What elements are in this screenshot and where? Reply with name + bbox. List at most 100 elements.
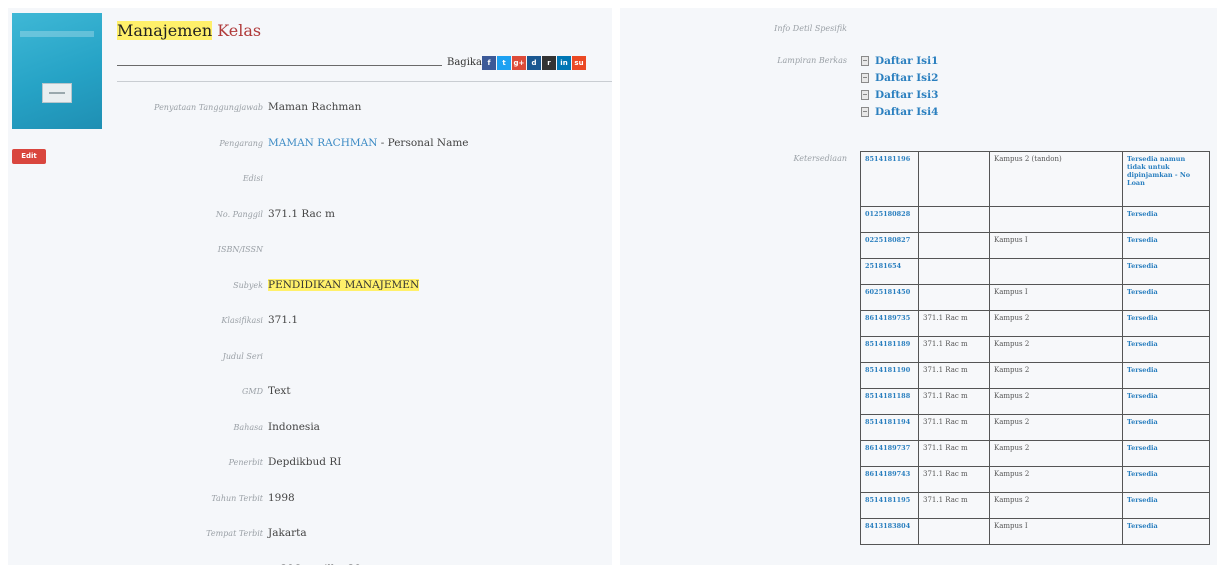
item-code-link[interactable]: 8614189743 — [860, 466, 919, 493]
field-value: Jakarta — [268, 527, 307, 539]
availability-status[interactable]: Tersedia — [1122, 336, 1210, 363]
availability-status[interactable]: Tersedia — [1122, 362, 1210, 389]
availability-status[interactable]: Tersedia — [1122, 518, 1210, 545]
field-label: GMD — [242, 387, 263, 396]
item-code-link[interactable]: 8614189735 — [860, 310, 919, 337]
location: Kampus 2 (tandon) — [989, 151, 1123, 207]
field-value: Text — [268, 385, 291, 397]
attachment-link[interactable]: Daftar Isi3 — [875, 89, 938, 101]
attachment-item[interactable]: Daftar Isi4 — [861, 103, 938, 120]
attachments-label: Lampiran Berkas — [777, 56, 847, 65]
item-code-link[interactable]: 8514181190 — [860, 362, 919, 389]
subject-highlight[interactable]: PENDIDIKAN MANAJEMEN — [268, 278, 420, 291]
table-row: 8514181189 371.1 Rac m Kampus 2 Tersedia — [860, 336, 1210, 363]
attachment-list: Daftar Isi1 Daftar Isi2 Daftar Isi3 Daftar … — [861, 52, 938, 120]
item-code-link[interactable]: 8413183804 — [860, 518, 919, 545]
share-bar: Bagikan: f t g+ d r in su — [117, 55, 612, 75]
location: Kampus 2 — [989, 388, 1123, 415]
author-name[interactable]: MAMAN RACHMAN — [268, 137, 377, 149]
item-code-link[interactable]: 8514181196 — [860, 151, 919, 207]
subject-link[interactable]: PENDIDIKAN MANAJEMEN — [268, 278, 420, 291]
availability-status[interactable]: Tersedia namun tidak untuk dipinjamkan -… — [1122, 151, 1210, 207]
author-link[interactable]: MAMAN RACHMAN - Personal Name — [268, 137, 469, 149]
table-row: 8514181195 371.1 Rac m Kampus 2 Tersedia — [860, 492, 1210, 519]
header-divider — [117, 81, 612, 82]
document-icon — [861, 106, 869, 117]
title-highlight: Manajemen — [117, 21, 213, 40]
specific-info-label: Info Detil Spesifik — [774, 24, 847, 33]
availability-status[interactable]: Tersedia — [1122, 492, 1210, 519]
field-label: Penyataan Tanggungjawab — [154, 103, 263, 112]
location: Kampus 2 — [989, 440, 1123, 467]
location: Kampus 2 — [989, 414, 1123, 441]
attachment-item[interactable]: Daftar Isi2 — [861, 69, 938, 86]
location: Kampus I — [989, 232, 1123, 259]
field-row: GMD Text — [108, 384, 608, 404]
linkedin-icon[interactable]: in — [557, 56, 571, 70]
availability-status[interactable]: Tersedia — [1122, 466, 1210, 493]
facebook-icon[interactable]: f — [482, 56, 496, 70]
call-number — [918, 232, 990, 259]
availability-status[interactable]: Tersedia — [1122, 284, 1210, 311]
location: Kampus 2 — [989, 336, 1123, 363]
item-code-link[interactable]: 8514181194 — [860, 414, 919, 441]
availability-label: Ketersediaan — [793, 154, 847, 163]
field-label: Tempat Terbit — [206, 529, 263, 538]
table-row: 8514181190 371.1 Rac m Kampus 2 Tersedia — [860, 362, 1210, 389]
location: Kampus 2 — [989, 466, 1123, 493]
item-code-link[interactable]: 8514181195 — [860, 492, 919, 519]
record-availability-panel: Info Detil Spesifik Lampiran Berkas Daft… — [620, 8, 1217, 565]
field-row: Deskripsi Fisik x, 296 p. : ill. ; 29 cm. — [108, 562, 608, 566]
stumbleupon-icon[interactable]: su — [572, 56, 586, 70]
call-number: 371.1 Rac m — [918, 440, 990, 467]
availability-status[interactable]: Tersedia — [1122, 414, 1210, 441]
field-label: Edisi — [242, 174, 263, 183]
field-row: Judul Seri — [108, 349, 608, 369]
field-row: Edisi — [108, 171, 608, 191]
field-row: ISBN/ISSN — [108, 242, 608, 262]
attachment-link[interactable]: Daftar Isi2 — [875, 72, 938, 84]
location: Kampus I — [989, 284, 1123, 311]
table-row: 25181654 Tersedia — [860, 258, 1210, 285]
attachment-item[interactable]: Daftar Isi1 — [861, 52, 938, 69]
cover-label — [42, 83, 72, 103]
attachment-item[interactable]: Daftar Isi3 — [861, 86, 938, 103]
digg-icon[interactable]: d — [527, 56, 541, 70]
item-code-link[interactable]: 8514181189 — [860, 336, 919, 363]
field-label: Bahasa — [233, 422, 263, 432]
item-code-link[interactable]: 6025181450 — [860, 284, 919, 311]
availability-status[interactable]: Tersedia — [1122, 206, 1210, 233]
document-icon — [861, 72, 869, 83]
cover-strip — [20, 31, 94, 37]
attachment-link[interactable]: Daftar Isi4 — [875, 106, 938, 118]
title-divider — [117, 65, 442, 66]
field-label: No. Panggil — [215, 209, 263, 219]
google-plus-icon[interactable]: g+ — [512, 56, 526, 70]
field-row: Penerbit Depdikbud RI — [108, 455, 608, 475]
availability-status[interactable]: Tersedia — [1122, 388, 1210, 415]
page-title: Manajemen Kelas — [117, 21, 261, 40]
attachment-link[interactable]: Daftar Isi1 — [875, 55, 938, 67]
call-number: 371.1 Rac m — [918, 492, 990, 519]
availability-status[interactable]: Tersedia — [1122, 258, 1210, 285]
availability-status[interactable]: Tersedia — [1122, 440, 1210, 467]
availability-table: 8514181196 Kampus 2 (tandon) Tersedia namu… — [860, 151, 1210, 545]
document-icon — [861, 55, 869, 66]
item-code-link[interactable]: 8614189737 — [860, 440, 919, 467]
item-code-link[interactable]: 25181654 — [860, 258, 919, 285]
field-label: Subyek — [233, 280, 263, 290]
availability-status[interactable]: Tersedia — [1122, 310, 1210, 337]
item-code-link[interactable]: 0225180827 — [860, 232, 919, 259]
location: Kampus 2 — [989, 492, 1123, 519]
item-code-link[interactable]: 8514181188 — [860, 388, 919, 415]
availability-status[interactable]: Tersedia — [1122, 232, 1210, 259]
call-number — [918, 206, 990, 233]
edit-button[interactable]: Edit — [12, 149, 46, 164]
call-number: 371.1 Rac m — [918, 414, 990, 441]
call-number — [918, 258, 990, 285]
call-number — [918, 151, 990, 207]
twitter-icon[interactable]: t — [497, 56, 511, 70]
reddit-icon[interactable]: r — [542, 56, 556, 70]
field-value: 371.1 — [268, 314, 299, 326]
item-code-link[interactable]: 0125180828 — [860, 206, 919, 233]
